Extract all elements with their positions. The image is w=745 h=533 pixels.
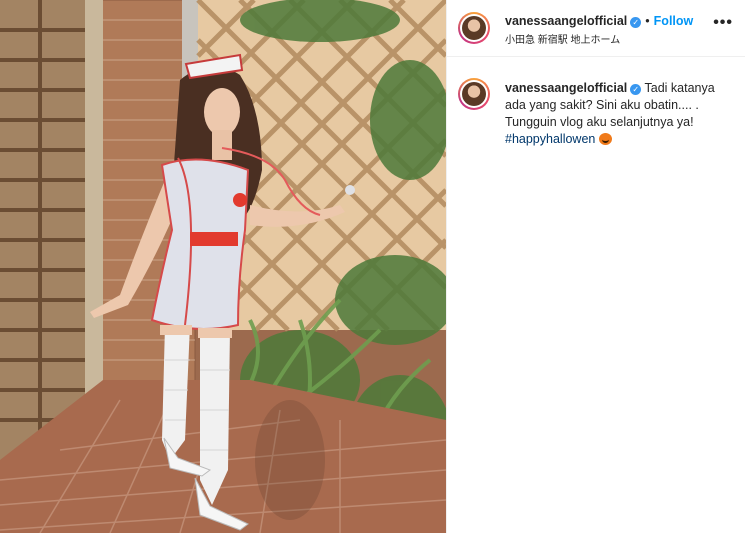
header-title-row: vanessaangelofficial ✓ • Follow: [505, 14, 693, 28]
more-options-icon[interactable]: •••: [713, 14, 733, 32]
separator-dot: •: [645, 14, 650, 28]
profile-picture: [462, 16, 486, 40]
verified-badge-icon: ✓: [630, 84, 642, 95]
jack-o-lantern-icon: [598, 133, 612, 145]
post-side-panel: vanessaangelofficial ✓ • Follow 小田急 新宿駅 地上ホ…: [446, 0, 745, 533]
hashtag-link[interactable]: #happyhallowen: [505, 132, 595, 146]
post-header: vanessaangelofficial ✓ • Follow 小田急 新宿駅 地上ホ…: [447, 0, 745, 57]
post-photo[interactable]: [0, 0, 446, 533]
follow-button[interactable]: Follow: [654, 14, 694, 28]
caption-avatar[interactable]: [458, 78, 490, 110]
location-link[interactable]: 小田急 新宿駅 地上ホーム: [505, 31, 620, 46]
verified-badge-icon: ✓: [630, 17, 642, 28]
avatar[interactable]: [458, 12, 490, 44]
profile-picture: [462, 82, 486, 106]
instagram-post-embed: vanessaangelofficial ✓ • Follow 小田急 新宿駅 地上ホ…: [0, 0, 745, 533]
caption-username-link[interactable]: vanessaangelofficial: [505, 81, 627, 95]
caption-text: vanessaangelofficial ✓ Tadi katanya ada y…: [505, 80, 730, 148]
photo-illustration: [0, 0, 446, 533]
username-link[interactable]: vanessaangelofficial: [505, 14, 627, 28]
